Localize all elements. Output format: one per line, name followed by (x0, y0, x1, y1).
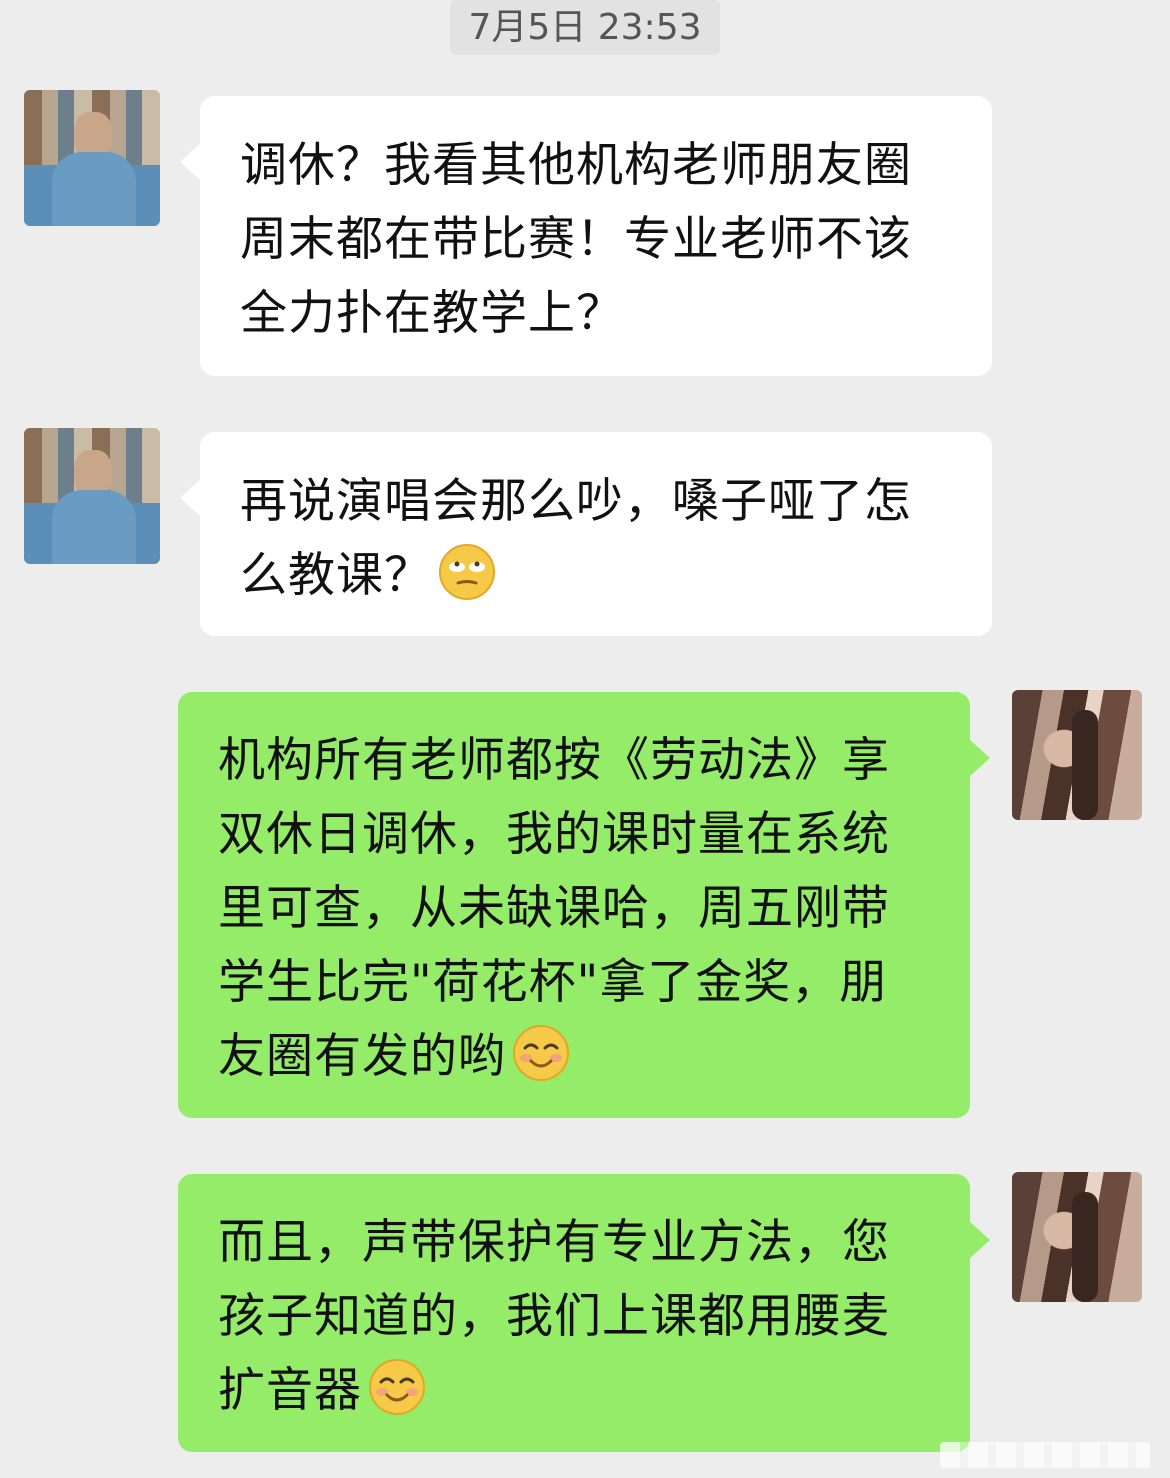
message-line: 学生比完"荷花杯"拿了金奖，朋 (218, 955, 888, 1010)
message-line: 双休日调休，我的课时量在系统 (218, 807, 890, 862)
self-avatar[interactable] (1012, 1172, 1142, 1302)
message-line-text: 友圈有发的哟 (218, 1029, 506, 1084)
message-line-text: 么教课？ (240, 548, 432, 603)
smile-emoji-icon (512, 1024, 570, 1082)
message-line: 调休？我看其他机构老师朋友圈 (240, 138, 912, 193)
incoming-message-bubble[interactable]: 再说演唱会那么吵，嗓子哑了怎 么教课？ (180, 432, 992, 636)
message-line: 孩子知道的，我们上课都用腰麦 (218, 1289, 890, 1344)
watermark (940, 1442, 1150, 1468)
message-line: 么教课？ (240, 539, 992, 613)
outgoing-message-bubble[interactable]: 机构所有老师都按《劳动法》享 双休日调休，我的课时量在系统 里可查，从未缺课哈，… (178, 692, 990, 1118)
message-line: 周末都在带比赛！专业老师不该 (240, 212, 912, 267)
smile-emoji-icon (368, 1358, 426, 1416)
message-line-text: 扩音器 (218, 1363, 362, 1418)
message-line: 而且，声带保护有专业方法，您 (218, 1215, 890, 1270)
eye-roll-emoji-icon (438, 543, 496, 601)
message-line: 友圈有发的哟 (218, 1020, 970, 1094)
message-line: 全力扑在教学上？ (240, 286, 624, 341)
incoming-message-bubble[interactable]: 调休？我看其他机构老师朋友圈 周末都在带比赛！专业老师不该 全力扑在教学上？ (180, 96, 992, 376)
self-avatar[interactable] (1012, 690, 1142, 820)
chat-window: 7月5日 23:53 调休？我看其他机构老师朋友圈 周末都在带比赛！专业老师不该… (0, 0, 1170, 1478)
contact-avatar[interactable] (24, 428, 160, 564)
avatar-hair (1072, 1192, 1098, 1302)
message-line: 里可查，从未缺课哈，周五刚带 (218, 881, 890, 936)
contact-avatar[interactable] (24, 90, 160, 226)
outgoing-message-bubble[interactable]: 而且，声带保护有专业方法，您 孩子知道的，我们上课都用腰麦 扩音器 (178, 1174, 990, 1452)
message-line: 再说演唱会那么吵，嗓子哑了怎 (240, 474, 912, 529)
message-line: 机构所有老师都按《劳动法》享 (218, 733, 890, 788)
message-line: 扩音器 (218, 1354, 970, 1428)
message-timestamp: 7月5日 23:53 (450, 0, 720, 55)
avatar-body (52, 490, 136, 564)
avatar-body (52, 152, 136, 226)
avatar-hair (1072, 710, 1098, 820)
